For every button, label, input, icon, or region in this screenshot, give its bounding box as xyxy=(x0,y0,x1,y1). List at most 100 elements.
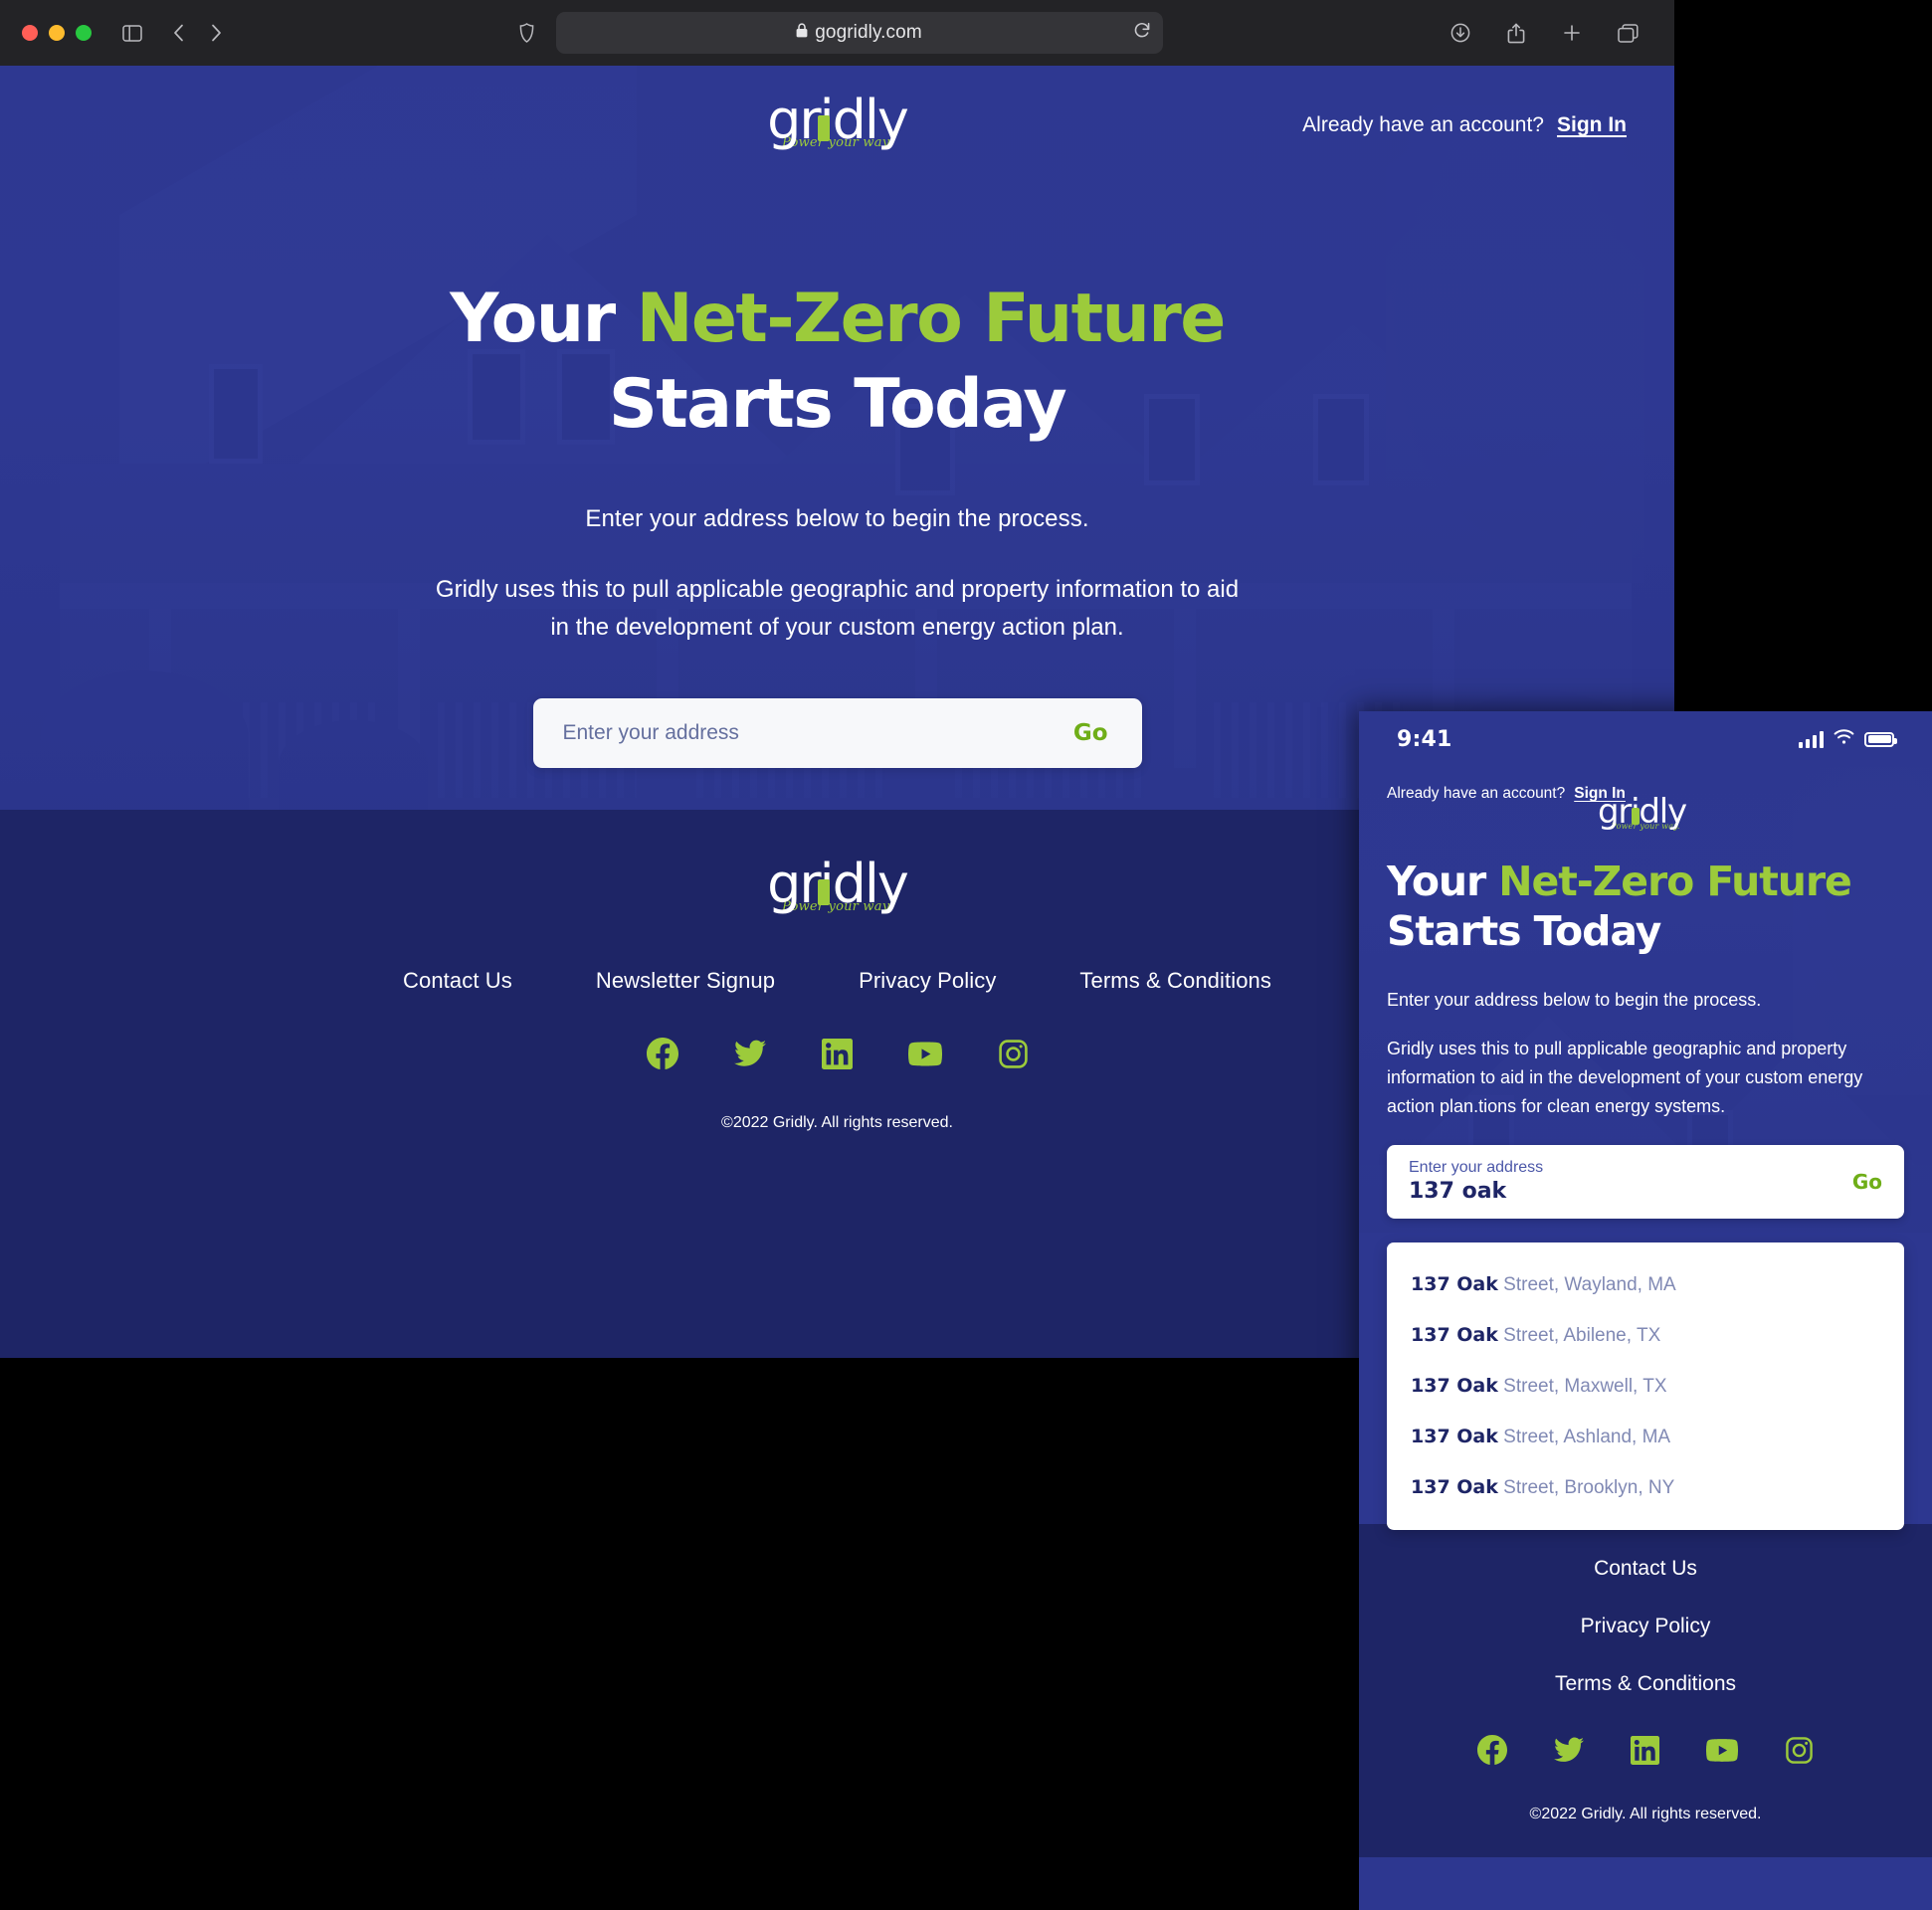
minimize-window-button[interactable] xyxy=(49,25,65,41)
mobile-footer-copyright: ©2022 Gridly. All rights reserved. xyxy=(1529,1806,1762,1822)
address-suggestion-dropdown: 137 Oak Street, Wayland, MA 137 Oak Stre… xyxy=(1387,1242,1904,1530)
lock-icon xyxy=(796,23,808,43)
headline-part-2: Starts Today xyxy=(608,365,1067,444)
battery-icon xyxy=(1864,731,1897,747)
tab-overview-icon[interactable] xyxy=(1613,18,1642,48)
mobile-gridly-logo[interactable]: gridly Power your way. xyxy=(1598,795,1693,831)
suggestion-rest: Street, Maxwell, TX xyxy=(1497,1376,1667,1397)
mobile-address-search-bar[interactable]: Enter your address Go xyxy=(1387,1145,1904,1219)
footer-logo-battery-accent-icon xyxy=(817,879,830,905)
list-item[interactable]: 137 Oak Street, Abilene, TX xyxy=(1387,1310,1904,1361)
headline-part-1: Your xyxy=(450,280,637,358)
youtube-icon[interactable] xyxy=(1705,1738,1739,1767)
twitter-icon[interactable] xyxy=(1554,1737,1584,1768)
list-item[interactable]: 137 Oak Street, Brooklyn, NY xyxy=(1387,1462,1904,1513)
address-bar-container: gogridly.com xyxy=(0,12,1674,54)
desktop-hero-section: gridly Power your way. Already have an a… xyxy=(0,66,1674,810)
suggestion-match: 137 Oak xyxy=(1411,1476,1498,1498)
account-prompt-text: Already have an account? xyxy=(1302,113,1544,136)
close-window-button[interactable] xyxy=(22,25,38,41)
mobile-go-button[interactable]: Go xyxy=(1852,1170,1882,1194)
plus-icon[interactable] xyxy=(1557,18,1587,48)
facebook-icon[interactable] xyxy=(646,1038,678,1074)
mobile-footer-link-terms-conditions[interactable]: Terms & Conditions xyxy=(1359,1655,1932,1713)
headline-accent: Net-Zero Future xyxy=(636,280,1227,358)
mobile-account-prompt-text: Already have an account? xyxy=(1387,785,1566,802)
sidebar-toggle-icon[interactable] xyxy=(117,18,147,48)
instagram-icon[interactable] xyxy=(998,1039,1029,1074)
status-time: 9:41 xyxy=(1397,726,1452,752)
suggestion-rest: Street, Abilene, TX xyxy=(1497,1325,1661,1346)
mobile-headline-accent: Net-Zero Future xyxy=(1498,858,1852,905)
screenshot-stage: gogridly.com gridly Power your way. Alre… xyxy=(0,0,1932,1910)
logo-battery-accent-icon xyxy=(817,115,830,141)
forward-chevron-icon[interactable] xyxy=(201,18,231,48)
download-icon[interactable] xyxy=(1446,18,1475,48)
list-item[interactable]: 137 Oak Street, Maxwell, TX xyxy=(1387,1361,1904,1412)
privacy-shield-icon[interactable] xyxy=(512,18,542,48)
footer-link-contact-us[interactable]: Contact Us xyxy=(403,968,512,994)
mobile-hero-subtitle-secondary: Gridly uses this to pull applicable geog… xyxy=(1387,1039,1863,1116)
window-traffic-lights[interactable] xyxy=(22,25,92,41)
desktop-header: gridly Power your way. Already have an a… xyxy=(0,66,1674,185)
address-search-bar[interactable]: Go xyxy=(532,698,1142,768)
mobile-hero-content: gridly Power your way. Already have an a… xyxy=(1359,767,1932,1219)
logo-wordmark: gridly xyxy=(767,89,909,151)
suggestion-match: 137 Oak xyxy=(1411,1375,1498,1397)
twitter-icon[interactable] xyxy=(733,1040,766,1072)
search-input[interactable] xyxy=(562,721,1069,745)
suggestion-rest: Street, Ashland, MA xyxy=(1497,1427,1671,1447)
suggestion-rest: Street, Brooklyn, NY xyxy=(1497,1477,1675,1498)
maximize-window-button[interactable] xyxy=(76,25,92,41)
reload-icon[interactable] xyxy=(1133,22,1151,45)
page-title: Your Net-Zero Future Starts Today xyxy=(0,277,1674,448)
suggestion-rest: Street, Wayland, MA xyxy=(1497,1274,1676,1295)
mobile-headline-part-1: Your xyxy=(1387,858,1499,905)
linkedin-icon[interactable] xyxy=(821,1038,853,1074)
mobile-hero-subtitle-primary: Enter your address below to begin the pr… xyxy=(1387,990,1762,1010)
mobile-footer-link-privacy-policy[interactable]: Privacy Policy xyxy=(1359,1598,1932,1655)
url-text: gogridly.com xyxy=(815,22,922,43)
mobile-logo-wordmark: gridly xyxy=(1598,792,1687,832)
url-bar[interactable]: gogridly.com xyxy=(555,12,1163,54)
account-prompt-row: Already have an account? Sign In xyxy=(1302,113,1627,137)
suggestion-match: 137 Oak xyxy=(1411,1273,1498,1295)
wifi-icon xyxy=(1834,728,1854,750)
footer-link-privacy-policy[interactable]: Privacy Policy xyxy=(859,968,996,994)
footer-gridly-logo[interactable]: gridly Power your way. xyxy=(762,853,913,915)
footer-link-terms-conditions[interactable]: Terms & Conditions xyxy=(1079,968,1271,994)
mobile-footer-link-contact-us[interactable]: Contact Us xyxy=(1359,1540,1932,1598)
mobile-page-title: Your Net-Zero Future Starts Today xyxy=(1387,857,1904,956)
footer-logo-wordmark: gridly xyxy=(767,853,909,915)
mobile-headline-part-2: Starts Today xyxy=(1387,907,1661,955)
cellular-bars-icon xyxy=(1799,730,1824,748)
share-icon[interactable] xyxy=(1501,18,1531,48)
linkedin-icon[interactable] xyxy=(1631,1735,1659,1770)
mobile-footer-social-links xyxy=(1359,1735,1932,1770)
sign-in-link[interactable]: Sign In xyxy=(1557,113,1627,137)
list-item[interactable]: 137 Oak Street, Wayland, MA xyxy=(1387,1259,1904,1310)
mobile-address-input[interactable] xyxy=(1409,1178,1852,1206)
status-indicator-icons xyxy=(1799,728,1897,750)
hero-subtitle-secondary: Gridly uses this to pull applicable geog… xyxy=(435,576,1240,641)
instagram-icon[interactable] xyxy=(1785,1736,1814,1770)
mobile-header: gridly Power your way. Already have an a… xyxy=(1387,775,1904,831)
suggestion-match: 137 Oak xyxy=(1411,1324,1498,1346)
toolbar-right-actions xyxy=(1446,18,1652,48)
footer-link-newsletter-signup[interactable]: Newsletter Signup xyxy=(596,968,775,994)
go-button[interactable]: Go xyxy=(1069,714,1112,752)
back-chevron-icon[interactable] xyxy=(163,18,193,48)
mobile-footer: Contact Us Privacy Policy Terms & Condit… xyxy=(1359,1524,1932,1857)
navigation-buttons[interactable] xyxy=(163,18,231,48)
mobile-status-bar: 9:41 xyxy=(1359,711,1932,767)
gridly-logo[interactable]: gridly Power your way. xyxy=(762,89,913,151)
mobile-account-prompt-row: Already have an account? Sign In xyxy=(1387,785,1626,803)
hero-content: gridly Power your way. Already have an a… xyxy=(0,66,1674,810)
youtube-icon[interactable] xyxy=(907,1041,942,1071)
mobile-address-field[interactable]: Enter your address xyxy=(1409,1158,1852,1206)
facebook-icon[interactable] xyxy=(1477,1735,1507,1770)
list-item[interactable]: 137 Oak Street, Ashland, MA xyxy=(1387,1412,1904,1462)
mobile-address-field-label: Enter your address xyxy=(1409,1159,1544,1176)
mobile-preview-panel: 9:41 gridly Power your way. Already have… xyxy=(1359,711,1932,1910)
mobile-hero-section: gridly Power your way. Already have an a… xyxy=(1359,767,1932,1233)
